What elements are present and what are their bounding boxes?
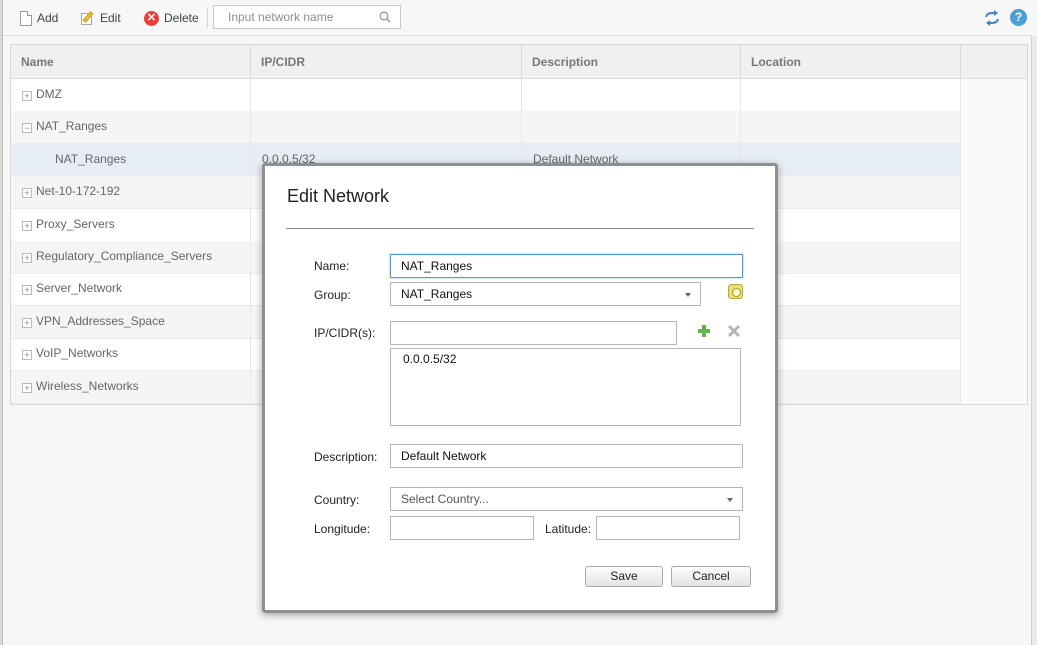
edit-button-label: Edit <box>100 11 121 25</box>
column-header-name[interactable]: Name <box>11 45 251 79</box>
country-select-value: Select Country... <box>401 492 489 506</box>
name-label: Name: <box>314 259 350 273</box>
table-cell-name: + Net-10-172-192 <box>11 176 251 209</box>
description-label: Description: <box>314 450 378 464</box>
table-cell-name: + VoIP_Networks <box>11 338 251 371</box>
search-box[interactable] <box>213 5 401 29</box>
table-cell-name: + DMZ <box>11 79 251 111</box>
save-button[interactable]: Save <box>585 566 663 587</box>
table-cell-location <box>741 111 961 144</box>
edit-network-dialog: Edit Network Name: Group: NAT_Ranges IP/… <box>262 163 778 613</box>
table-cell-ip <box>251 111 522 144</box>
table-row[interactable]: + DMZ <box>11 79 961 112</box>
expand-icon[interactable]: + <box>22 285 32 296</box>
grid-empty-area <box>961 79 1027 404</box>
delete-button[interactable]: ✕ Delete <box>144 9 199 27</box>
table-cell-location <box>741 79 961 111</box>
delete-button-label: Delete <box>164 11 199 25</box>
table-row[interactable]: − NAT_Ranges <box>11 111 961 145</box>
cell-text: Regulatory_Compliance_Servers <box>36 249 213 263</box>
table-cell-name: + VPN_Addresses_Space <box>11 305 251 338</box>
collapse-icon[interactable]: − <box>22 123 32 134</box>
chevron-down-icon <box>685 293 691 297</box>
expand-icon[interactable]: + <box>22 91 32 101</box>
ip-cidr-input[interactable] <box>390 321 677 345</box>
table-cell-description <box>522 111 741 144</box>
latitude-label: Latitude: <box>545 522 592 536</box>
cell-text: Net-10-172-192 <box>36 184 121 199</box>
add-button[interactable]: Add <box>20 9 58 27</box>
cell-text: VPN_Addresses_Space <box>36 313 165 328</box>
expand-icon[interactable]: + <box>22 253 32 263</box>
ip-cidr-list[interactable]: 0.0.0.5/32 <box>390 348 741 426</box>
column-header-location[interactable]: Location <box>741 45 961 79</box>
cancel-button[interactable]: Cancel <box>671 566 751 587</box>
cell-text: NAT_Ranges <box>55 151 127 166</box>
table-cell-name: + Server_Network <box>11 273 251 306</box>
toolbar-divider <box>207 8 208 28</box>
cell-text: Wireless_Networks <box>36 378 139 393</box>
ip-cidr-label: IP/CIDR(s): <box>314 326 376 340</box>
search-input[interactable] <box>214 6 364 28</box>
name-input[interactable] <box>390 254 743 278</box>
dialog-title: Edit Network <box>287 186 390 206</box>
description-input[interactable] <box>390 444 743 468</box>
cell-text: VoIP_Networks <box>36 346 119 361</box>
cell-text: NAT_Ranges <box>36 119 108 134</box>
add-icon <box>20 10 32 26</box>
cell-text: Proxy_Servers <box>36 216 115 231</box>
right-scrollbar[interactable] <box>1031 36 1037 645</box>
group-label: Group: <box>314 288 351 302</box>
cell-text: Server_Network <box>36 281 123 296</box>
table-cell-name: + Regulatory_Compliance_Servers <box>11 241 251 273</box>
expand-icon[interactable]: + <box>22 317 32 328</box>
plus-icon[interactable] <box>697 324 711 338</box>
edit-button[interactable]: Edit <box>81 9 121 27</box>
column-header-ip[interactable]: IP/CIDR <box>251 45 522 79</box>
table-cell-description <box>522 79 741 111</box>
column-header-description[interactable]: Description <box>522 45 741 79</box>
expand-icon[interactable]: + <box>22 350 32 361</box>
latitude-input[interactable] <box>596 516 740 540</box>
grid-header: Name IP/CIDR Description Location <box>11 45 1027 79</box>
delete-icon: ✕ <box>144 10 159 26</box>
expand-icon[interactable]: + <box>22 220 32 231</box>
expand-icon[interactable]: + <box>22 188 32 199</box>
country-select[interactable]: Select Country... <box>390 487 743 511</box>
chevron-down-icon <box>727 498 733 502</box>
dialog-divider <box>286 228 754 229</box>
add-button-label: Add <box>37 11 59 25</box>
gear-icon[interactable] <box>728 284 743 299</box>
longitude-input[interactable] <box>390 516 534 540</box>
table-cell-name: + Wireless_Networks <box>11 370 251 403</box>
table-cell-ip <box>251 79 522 111</box>
left-edge <box>0 0 3 645</box>
table-cell-name: − NAT_Ranges <box>11 111 251 144</box>
table-cell-name: NAT_Ranges <box>11 143 251 176</box>
table-cell-name: + Proxy_Servers <box>11 208 251 241</box>
longitude-label: Longitude: <box>314 522 371 536</box>
edit-icon <box>81 11 95 25</box>
group-select[interactable]: NAT_Ranges <box>390 282 701 306</box>
search-icon[interactable] <box>379 11 391 23</box>
group-select-value: NAT_Ranges <box>401 287 473 301</box>
ip-cidr-list-item[interactable]: 0.0.0.5/32 <box>403 352 456 366</box>
country-label: Country: <box>314 493 360 507</box>
remove-icon[interactable] <box>727 324 741 338</box>
refresh-icon[interactable] <box>984 10 1000 26</box>
expand-icon[interactable]: + <box>22 382 32 393</box>
cell-text: DMZ <box>36 87 62 101</box>
help-icon[interactable]: ? <box>1010 9 1027 26</box>
toolbar: Add Edit ✕ Delete ? <box>3 0 1031 36</box>
